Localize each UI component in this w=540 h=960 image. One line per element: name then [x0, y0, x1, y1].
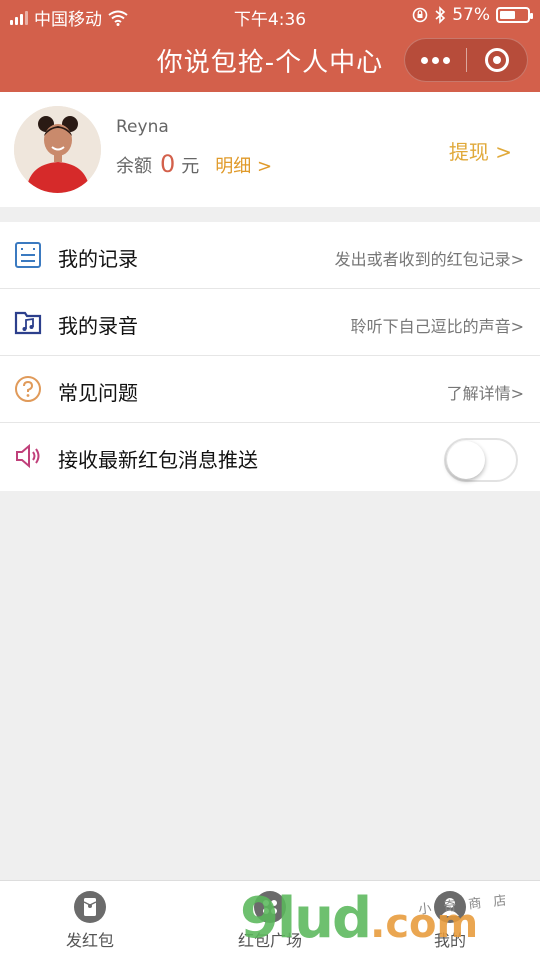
close-program-button[interactable]: [467, 39, 528, 81]
target-icon: [484, 48, 509, 72]
avatar-image: [14, 106, 101, 193]
tab-send-red-envelope[interactable]: 发红包: [30, 891, 150, 951]
menu-item-faq[interactable]: 常见问题 了解详情>: [0, 356, 540, 423]
menu-item-hint: 了解详情>: [446, 384, 524, 403]
balance-label: 余额: [116, 156, 152, 177]
withdraw-button[interactable]: 提现 >: [449, 136, 512, 165]
mini-program-capsule: [404, 38, 528, 82]
watermark-text: 9lud: [240, 886, 372, 951]
bluetooth-icon: [435, 6, 446, 24]
menu-item-hint: 发出或者收到的红包记录>: [334, 250, 524, 269]
speaker-icon: [16, 443, 40, 469]
menu-item-label: 我的录音: [58, 314, 138, 338]
balance-amount: 0: [160, 150, 176, 178]
tab-label: 发红包: [65, 931, 114, 950]
menu-list: 我的记录 发出或者收到的红包记录> 我的录音 聆听下自己逗比的声音> 常见问题 …: [0, 222, 540, 491]
menu-item-my-records[interactable]: 我的记录 发出或者收到的红包记录>: [0, 222, 540, 289]
menu-item-label: 接收最新红包消息推送: [58, 448, 258, 472]
orientation-lock-icon: [412, 7, 428, 23]
battery-fill: [500, 11, 515, 19]
menu-item-label: 常见问题: [58, 381, 138, 405]
menu-item-my-recordings[interactable]: 我的录音 聆听下自己逗比的声音>: [0, 289, 540, 356]
record-list-icon: [15, 242, 41, 268]
toggle-knob: [447, 441, 485, 479]
push-notification-toggle[interactable]: [444, 438, 518, 482]
navigation-bar: 你说包抢-个人中心: [0, 30, 540, 92]
battery-percent: 57%: [452, 5, 490, 25]
more-dots-icon: [420, 56, 450, 64]
balance-unit: 元: [181, 156, 200, 177]
menu-item-push-notifications: 接收最新红包消息推送: [0, 423, 540, 491]
question-circle-icon: [15, 376, 41, 402]
red-envelope-icon: [74, 891, 106, 923]
balance-detail-link[interactable]: 明细 >: [215, 152, 272, 178]
menu-item-hint: 聆听下自己逗比的声音>: [350, 317, 524, 336]
username: Reyna: [116, 117, 169, 137]
status-bar: 中国移动 下午4:36 57%: [0, 0, 540, 30]
music-folder-icon: [14, 311, 42, 335]
menu-item-label: 我的记录: [58, 247, 138, 271]
status-right: 57%: [412, 5, 533, 25]
more-button[interactable]: [405, 39, 466, 81]
balance-row: 余额 0 元 明细 >: [116, 150, 272, 178]
battery-icon: [496, 7, 533, 23]
avatar[interactable]: [14, 106, 101, 193]
profile-card: Reyna 余额 0 元 明细 > 提现 >: [0, 92, 540, 207]
